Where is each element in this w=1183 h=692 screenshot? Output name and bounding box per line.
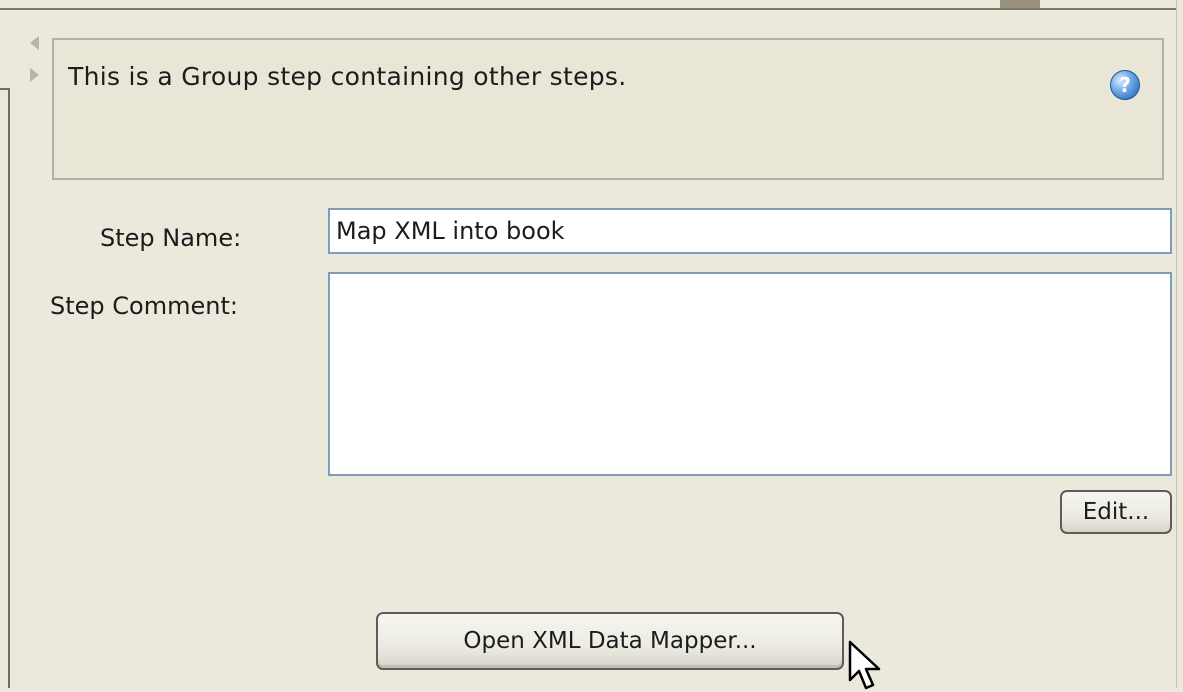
panel-collapse-arrows[interactable]: [28, 36, 40, 96]
edit-button[interactable]: Edit...: [1060, 490, 1172, 534]
step-comment-label: Step Comment:: [50, 292, 238, 320]
step-name-label: Step Name:: [100, 224, 242, 252]
step-comment-textarea[interactable]: [328, 272, 1172, 476]
info-panel: This is a Group step containing other st…: [52, 38, 1164, 180]
mouse-pointer-icon: [848, 640, 881, 690]
open-xml-data-mapper-button[interactable]: Open XML Data Mapper...: [376, 612, 844, 670]
left-splitter[interactable]: [0, 88, 10, 688]
info-text: This is a Group step containing other st…: [68, 62, 627, 91]
step-name-input[interactable]: [328, 208, 1172, 254]
top-tab-fragment: [1000, 0, 1040, 8]
right-edge: [1176, 0, 1183, 688]
collapse-left-icon[interactable]: [30, 36, 39, 50]
expand-right-icon[interactable]: [30, 68, 39, 82]
help-icon[interactable]: ?: [1110, 70, 1140, 100]
